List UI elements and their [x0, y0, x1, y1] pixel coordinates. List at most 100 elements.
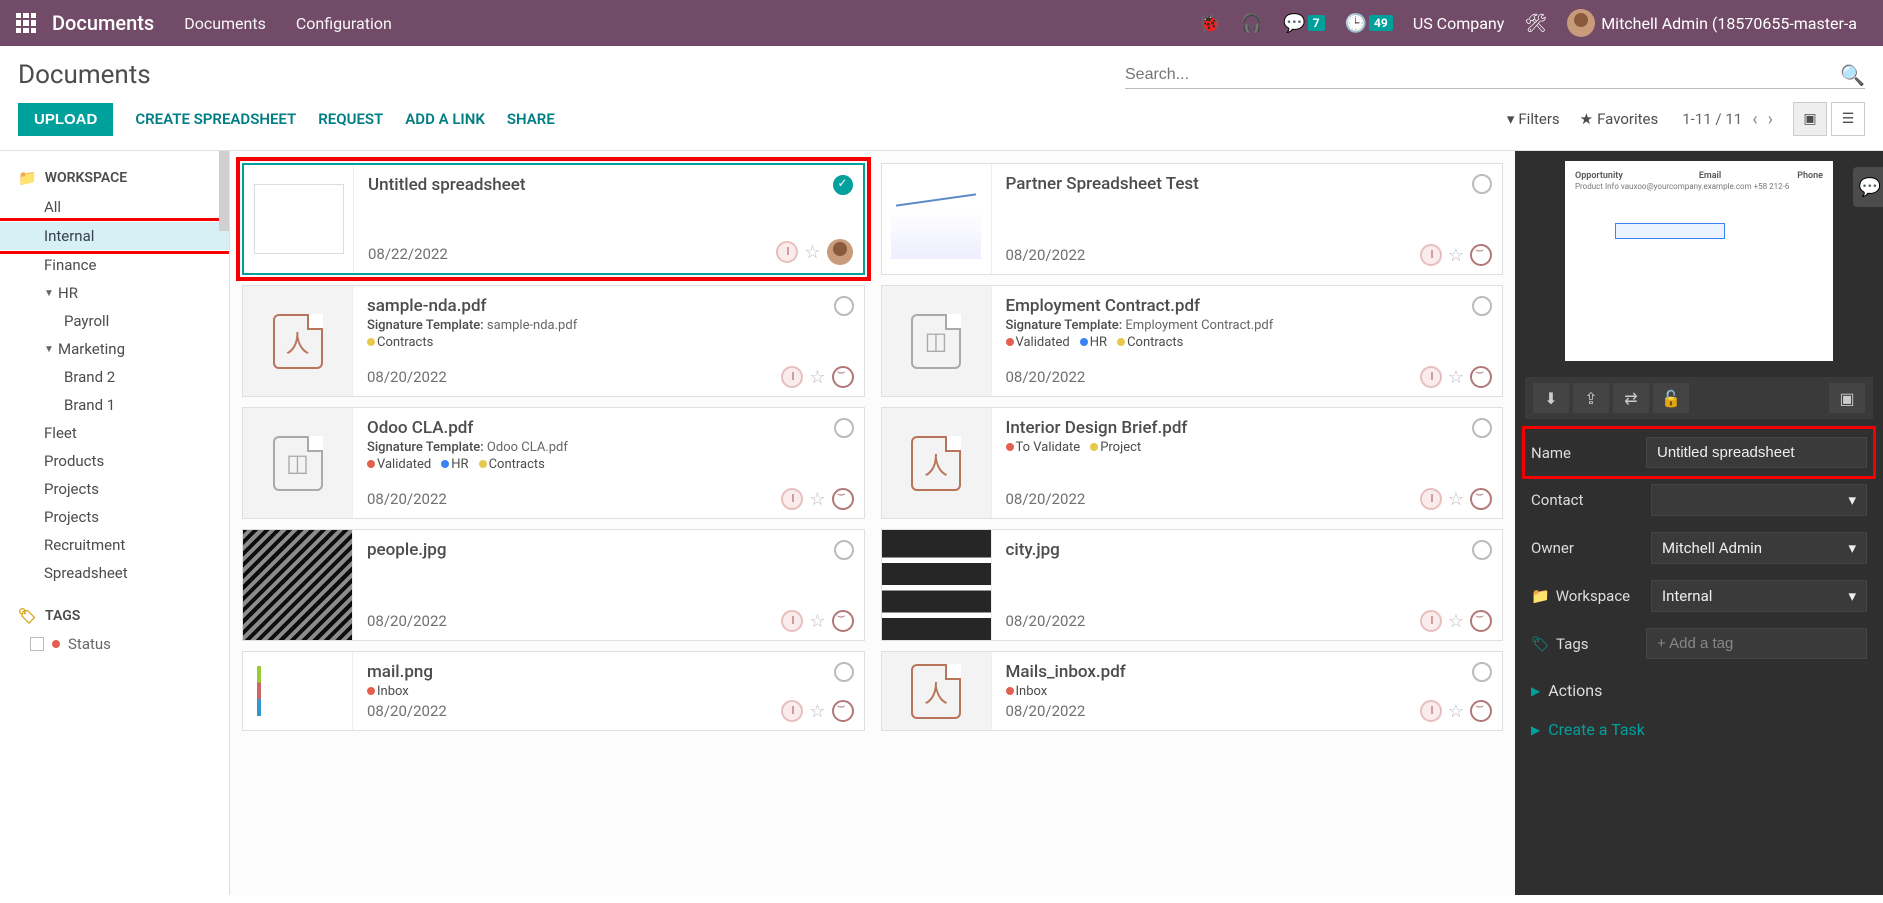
checkbox-icon[interactable]	[30, 637, 44, 651]
contact-select[interactable]: ▾	[1651, 484, 1867, 516]
nav-documents[interactable]: Documents	[184, 14, 266, 33]
create-spreadsheet-button[interactable]: CREATE SPREADSHEET	[135, 110, 296, 128]
list-view-button[interactable]: ☰	[1831, 102, 1865, 136]
tools-icon[interactable]: 🛠	[1524, 13, 1547, 34]
share-button[interactable]: SHARE	[507, 110, 555, 128]
clock-icon[interactable]	[781, 366, 803, 388]
smile-icon[interactable]	[832, 610, 854, 632]
archive-button[interactable]: ▣	[1829, 383, 1865, 413]
smile-icon[interactable]	[1470, 610, 1492, 632]
clock-icon[interactable]	[776, 241, 798, 263]
clock-icon[interactable]	[781, 700, 803, 722]
doc-card-mail-png[interactable]: mail.png Inbox 08/20/2022 ☆	[242, 651, 865, 731]
select-circle-icon[interactable]	[834, 662, 854, 682]
select-circle-icon[interactable]	[1472, 296, 1492, 316]
messaging-icon[interactable]: 💬7	[1283, 13, 1324, 34]
star-outline-icon[interactable]: ☆	[1448, 489, 1464, 510]
sidebar-item-brand2[interactable]: Brand 2	[0, 363, 229, 391]
clock-icon[interactable]	[1420, 700, 1442, 722]
star-outline-icon[interactable]: ☆	[809, 611, 825, 632]
user-menu[interactable]: Mitchell Admin (18570655-master-a	[1567, 9, 1857, 37]
doc-card-odoo-cla[interactable]: ◫ Odoo CLA.pdf Signature Template: Odoo …	[242, 407, 865, 519]
clock-icon[interactable]	[1420, 244, 1442, 266]
tag-item-status[interactable]: Status	[0, 631, 229, 657]
star-outline-icon[interactable]: ☆	[809, 367, 825, 388]
search-bar[interactable]: 🔍	[1125, 62, 1865, 89]
sidebar-item-marketing[interactable]: ▼Marketing	[0, 335, 229, 363]
smile-icon[interactable]	[1470, 244, 1492, 266]
app-brand[interactable]: Documents	[52, 11, 154, 35]
replace-button[interactable]: ⇄	[1613, 383, 1649, 413]
create-task-action[interactable]: ▶Create a Task	[1525, 706, 1873, 745]
add-link-button[interactable]: ADD A LINK	[405, 110, 485, 128]
doc-card-mails-inbox-pdf[interactable]: 人 Mails_inbox.pdf Inbox 08/20/2022 ☆	[881, 651, 1504, 731]
star-outline-icon[interactable]: ☆	[809, 489, 825, 510]
smile-icon[interactable]	[1470, 366, 1492, 388]
star-outline-icon[interactable]: ☆	[1448, 367, 1464, 388]
search-icon[interactable]: 🔍	[1840, 63, 1865, 87]
star-outline-icon[interactable]: ☆	[809, 701, 825, 722]
name-input[interactable]	[1646, 437, 1867, 468]
upload-button[interactable]: UPLOAD	[18, 103, 113, 136]
doc-card-untitled-spreadsheet[interactable]: Untitled spreadsheet 08/22/2022 ☆	[242, 163, 865, 275]
chatter-toggle-icon[interactable]: 💬	[1853, 167, 1883, 207]
kanban-view-button[interactable]: ▣	[1793, 102, 1827, 136]
pager-next[interactable]: ›	[1768, 109, 1773, 130]
sidebar-item-projects-2[interactable]: Projects	[0, 503, 229, 531]
scrollbar-thumb[interactable]	[219, 151, 229, 231]
request-button[interactable]: REQUEST	[318, 110, 383, 128]
sidebar-item-fleet[interactable]: Fleet	[0, 419, 229, 447]
sidebar-item-finance[interactable]: Finance	[0, 251, 229, 279]
support-icon[interactable]: 🎧	[1241, 13, 1263, 34]
select-circle-icon[interactable]	[1472, 418, 1492, 438]
sidebar-item-projects-1[interactable]: Projects	[0, 475, 229, 503]
select-circle-icon[interactable]	[1472, 540, 1492, 560]
clock-icon[interactable]	[1420, 488, 1442, 510]
select-circle-icon[interactable]	[834, 296, 854, 316]
tags-input[interactable]	[1646, 628, 1867, 659]
clock-icon[interactable]	[1420, 366, 1442, 388]
doc-card-sample-nda[interactable]: 人 sample-nda.pdf Signature Template: sam…	[242, 285, 865, 397]
workspace-select[interactable]: Internal▾	[1651, 580, 1867, 612]
star-outline-icon[interactable]: ☆	[1448, 245, 1464, 266]
doc-card-partner-spreadsheet[interactable]: Partner Spreadsheet Test 08/20/2022 ☆	[881, 163, 1504, 275]
sidebar-item-hr[interactable]: ▼HR	[0, 279, 229, 307]
sidebar-item-products[interactable]: Products	[0, 447, 229, 475]
smile-icon[interactable]	[832, 488, 854, 510]
pager-prev[interactable]: ‹	[1752, 109, 1757, 130]
doc-card-interior-design-brief[interactable]: 人 Interior Design Brief.pdf To Validate …	[881, 407, 1504, 519]
doc-card-employment-contract[interactable]: ◫ Employment Contract.pdf Signature Temp…	[881, 285, 1504, 397]
share-button[interactable]: ⇪	[1573, 383, 1609, 413]
select-circle-icon[interactable]	[1472, 174, 1492, 194]
clock-icon[interactable]	[781, 488, 803, 510]
sidebar-item-payroll[interactable]: Payroll	[0, 307, 229, 335]
star-outline-icon[interactable]: ☆	[804, 242, 820, 263]
select-circle-icon[interactable]	[1472, 662, 1492, 682]
smile-icon[interactable]	[832, 700, 854, 722]
select-checkmark-icon[interactable]	[833, 175, 853, 195]
company-switcher[interactable]: US Company	[1413, 14, 1505, 33]
sidebar-item-spreadsheet[interactable]: Spreadsheet	[0, 559, 229, 587]
filters-button[interactable]: ▾Filters	[1507, 110, 1560, 128]
apps-grid-icon[interactable]	[16, 13, 36, 33]
bug-icon[interactable]: 🐞	[1198, 13, 1220, 34]
sidebar-item-internal[interactable]: Internal	[0, 222, 229, 250]
smile-icon[interactable]	[832, 366, 854, 388]
actions-section[interactable]: ▶Actions	[1525, 667, 1873, 706]
nav-configuration[interactable]: Configuration	[296, 14, 392, 33]
star-outline-icon[interactable]: ☆	[1448, 611, 1464, 632]
favorites-button[interactable]: ★Favorites	[1580, 110, 1659, 128]
doc-card-people-jpg[interactable]: people.jpg 08/20/2022 ☆	[242, 529, 865, 641]
owner-select[interactable]: Mitchell Admin▾	[1651, 532, 1867, 564]
download-button[interactable]: ⬇	[1533, 383, 1569, 413]
activities-icon[interactable]: 🕒49	[1345, 13, 1393, 34]
doc-card-city-jpg[interactable]: city.jpg 08/20/2022 ☆	[881, 529, 1504, 641]
smile-icon[interactable]	[1470, 488, 1492, 510]
sidebar-item-all[interactable]: All	[0, 193, 229, 221]
smile-icon[interactable]	[1470, 700, 1492, 722]
star-outline-icon[interactable]: ☆	[1448, 701, 1464, 722]
lock-button[interactable]: 🔓	[1653, 383, 1689, 413]
clock-icon[interactable]	[1420, 610, 1442, 632]
clock-icon[interactable]	[781, 610, 803, 632]
sidebar-item-recruitment[interactable]: Recruitment	[0, 531, 229, 559]
